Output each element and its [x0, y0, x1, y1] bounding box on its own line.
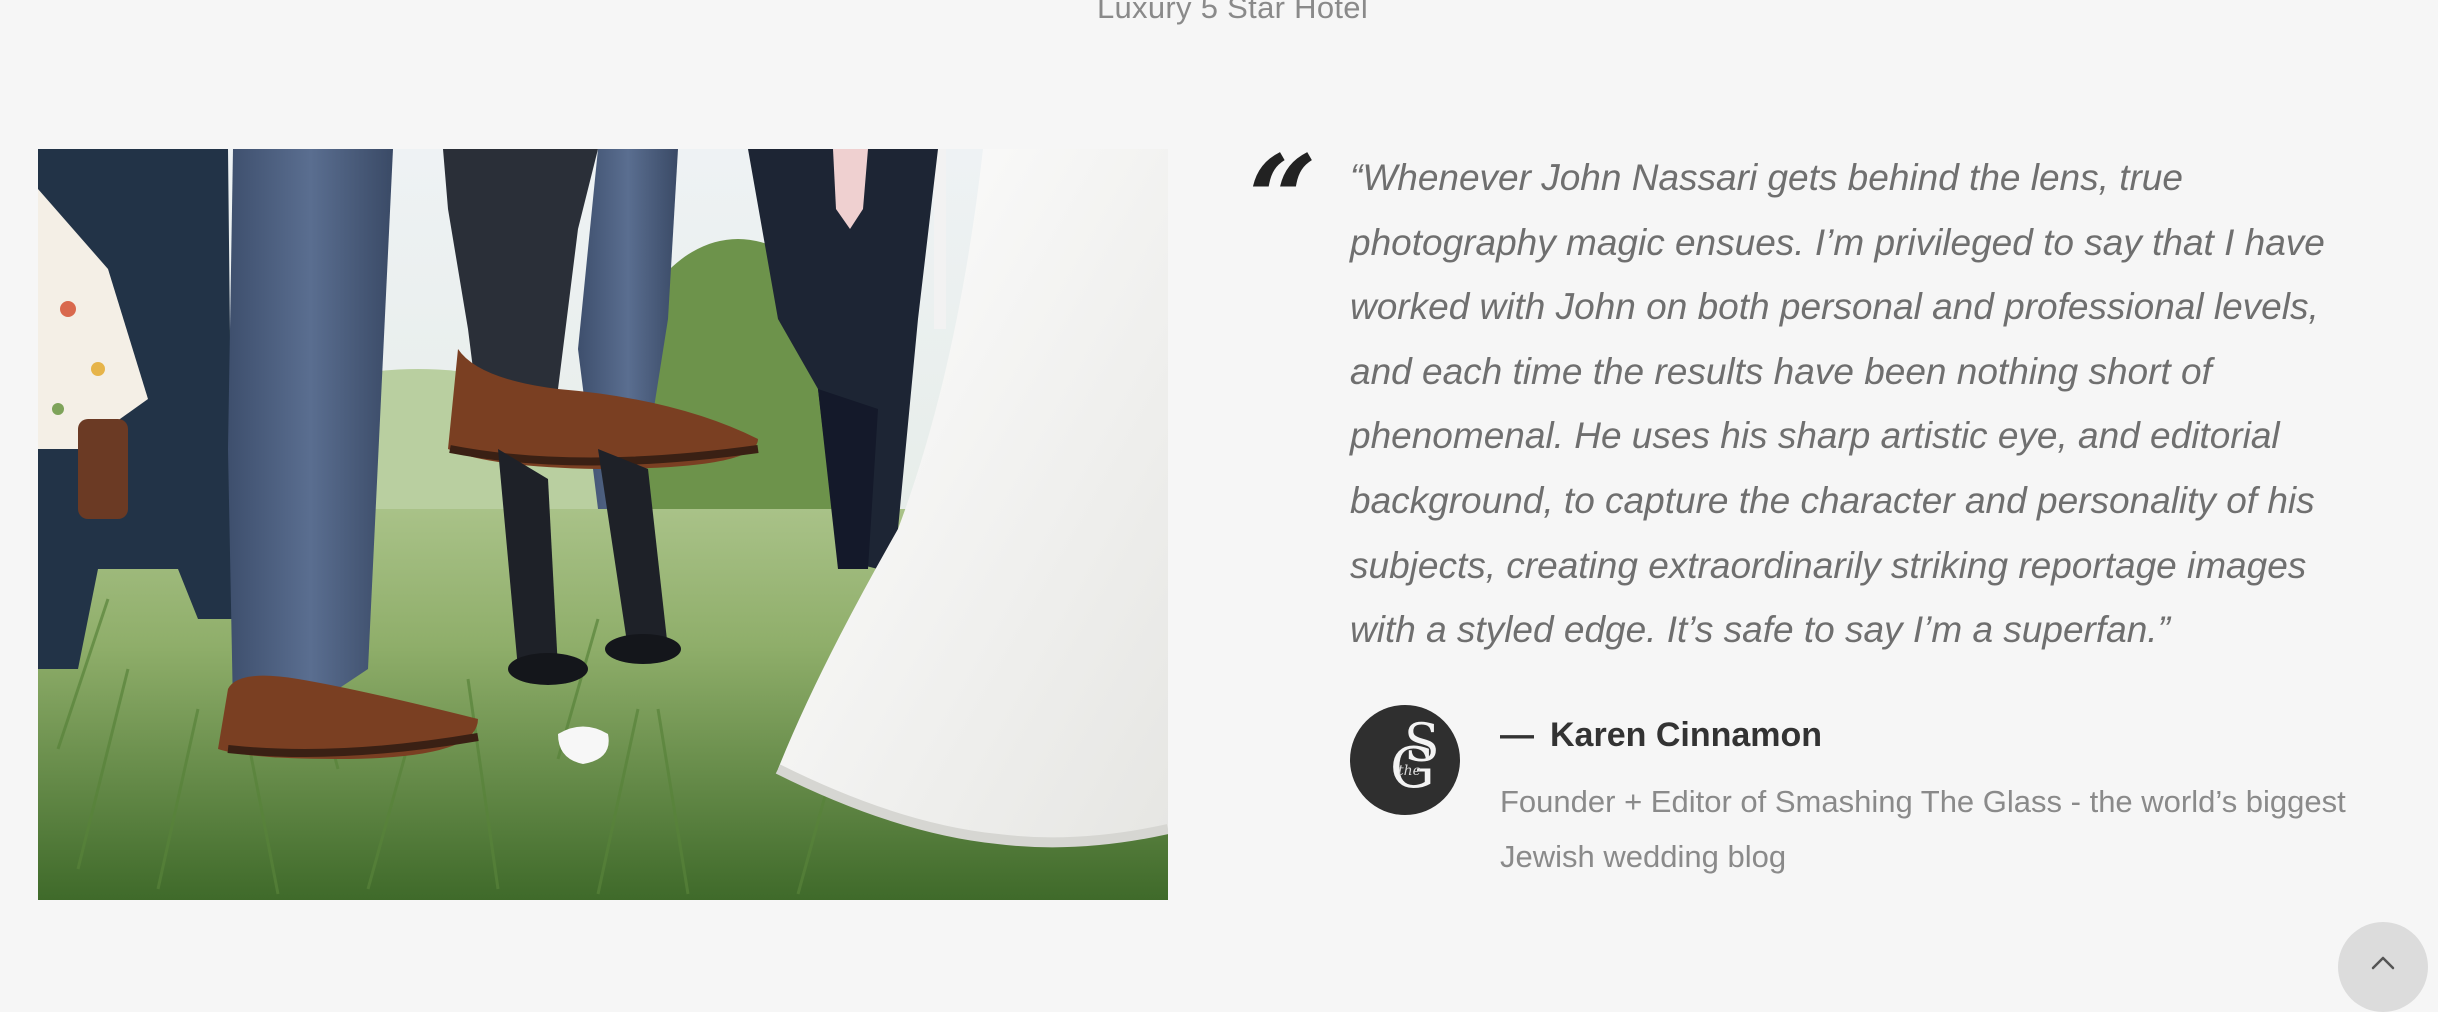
author-dash: —	[1500, 716, 1534, 754]
author-name-line: — Karen Cinnamon	[1500, 716, 1822, 755]
testimonial-quote: “Whenever John Nassari gets behind the l…	[1350, 157, 2325, 651]
author-avatar-logo: G S the	[1350, 705, 1460, 815]
wedding-photo	[38, 149, 1168, 900]
logo-letter-the: the	[1398, 763, 1421, 779]
author-name: Karen Cinnamon	[1550, 716, 1823, 754]
wedding-photo-illustration	[38, 149, 1168, 900]
quote-mark-icon: “	[1248, 129, 1318, 270]
chevron-up-icon	[2371, 956, 2395, 970]
scroll-to-top-button[interactable]	[2338, 922, 2428, 1012]
section-caption: Luxury 5 Star Hotel	[1096, 0, 1369, 25]
author-title: Founder + Editor of Smashing The Glass -…	[1500, 784, 2346, 874]
